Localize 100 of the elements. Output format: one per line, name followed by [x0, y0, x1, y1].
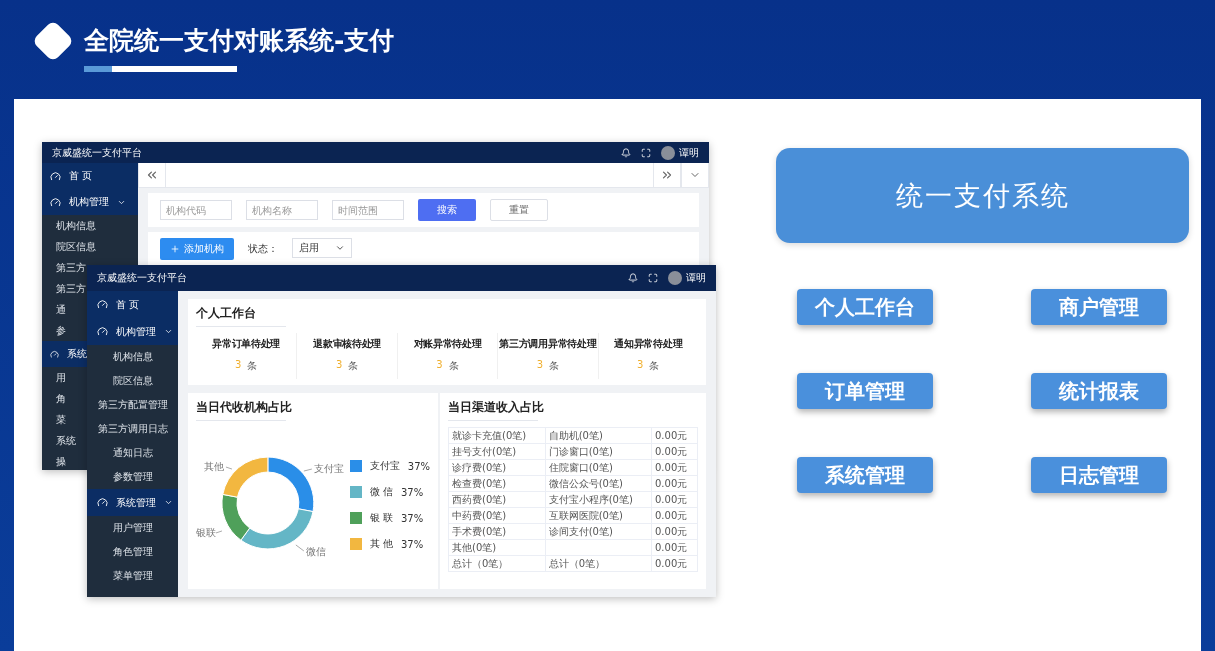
table-cell: 支付宝小程序(0笔) [545, 492, 652, 508]
legend-label: 支付宝 [369, 459, 400, 473]
fullscreen-icon[interactable] [641, 147, 651, 158]
table-cell: 0.00元 [652, 460, 698, 476]
stat-unit: 条 [247, 359, 258, 373]
nav-item[interactable]: 第三方 [56, 257, 86, 278]
nav-item[interactable]: 系统管理 [87, 489, 178, 516]
leader-line [215, 530, 223, 534]
stat-unit: 条 [549, 359, 560, 373]
slice-label: 其他 [204, 461, 225, 473]
table-cell: 0.00元 [652, 556, 698, 572]
stat-label: 通知异常待处理 [614, 337, 683, 351]
stat-count: 3 [335, 359, 343, 372]
gauge-icon [50, 348, 59, 360]
nav-item[interactable]: 机构管理 [42, 189, 138, 215]
bell-icon[interactable] [621, 147, 631, 158]
card-title: 当日代收机构占比 [196, 399, 293, 416]
input-field[interactable]: 机构名称 [246, 200, 318, 220]
nav-item[interactable]: 通 [56, 299, 66, 320]
system-title-banner: 统一支付系统 [776, 148, 1189, 243]
table-cell: 互联网医院(0笔) [545, 508, 652, 524]
nav-item[interactable]: 用 [56, 367, 66, 388]
status-label: 状态： [248, 242, 278, 256]
stat-label: 第三方调用异常待处理 [499, 337, 597, 351]
user-name: 谭明 [686, 271, 706, 285]
table-cell: 中药费(0笔) [449, 508, 546, 524]
table-cell: 总计（0笔） [545, 556, 652, 572]
nav-item[interactable]: 参 [56, 320, 66, 341]
nav-item[interactable]: 第三方 [56, 278, 86, 299]
table-cell: 0.00元 [652, 476, 698, 492]
card-title: 个人工作台 [196, 305, 257, 322]
table-cell: 西药费(0笔) [449, 492, 546, 508]
nav-item[interactable]: 系统 [56, 430, 76, 451]
chevrons-left-icon [145, 168, 159, 182]
gauge-icon [50, 170, 61, 182]
gauge-icon [97, 497, 108, 508]
nav-item[interactable]: 首 页 [42, 163, 138, 189]
nav-item[interactable]: 系统 [42, 341, 87, 367]
table-cell: 微信公众号(0笔) [545, 476, 652, 492]
nav-item[interactable]: 第三方调用日志 [97, 417, 168, 441]
gauge-icon [50, 196, 61, 208]
input-field[interactable]: 机构代码 [160, 200, 232, 220]
stat-label: 异常订单待处理 [212, 337, 281, 351]
leader-line [295, 544, 305, 552]
scroll-left-button[interactable] [138, 163, 166, 187]
search-button[interactable]: 搜索 [418, 199, 476, 221]
table-cell: 检查费(0笔) [449, 476, 546, 492]
nav-item[interactable]: 第三方配置管理 [97, 393, 168, 417]
card-title: 当日渠道收入占比 [448, 399, 545, 416]
avatar[interactable] [661, 145, 675, 160]
legend-label: 银 联 [369, 511, 393, 525]
nav-item[interactable]: 通知日志 [112, 441, 153, 465]
table-cell: 其他(0笔) [449, 540, 546, 556]
stat-count: 3 [235, 359, 242, 372]
nav-item[interactable]: 菜 [56, 409, 66, 430]
gauge-icon [97, 326, 108, 337]
user-name: 谭明 [679, 145, 699, 160]
nav-item[interactable]: 机构信息 [112, 345, 153, 369]
input-field[interactable]: 时间范围 [332, 200, 404, 220]
stat-unit: 条 [348, 359, 359, 373]
stat-count: 3 [536, 359, 544, 372]
nav-item[interactable]: 机构管理 [87, 318, 178, 345]
app-title: 京威盛统一支付平台 [52, 145, 142, 160]
chevrons-right-icon [660, 168, 674, 182]
slice-label: 支付宝 [314, 463, 345, 475]
nav-item[interactable]: 院区信息 [56, 236, 96, 257]
status-select[interactable]: 启用 [292, 238, 352, 258]
nav-item[interactable]: 参数管理 [112, 465, 153, 489]
table-cell: 0.00元 [652, 540, 698, 556]
table-cell: 住院窗口(0笔) [545, 460, 652, 476]
nav-item[interactable]: 操 [56, 451, 66, 470]
bell-icon[interactable] [628, 273, 638, 283]
legend-value: 37% [400, 486, 424, 498]
stat-count: 3 [637, 359, 644, 372]
nav-item[interactable]: 院区信息 [112, 369, 153, 393]
nav-item[interactable]: 角色管理 [112, 540, 153, 564]
slice-label: 银联 [196, 526, 216, 538]
avatar[interactable] [668, 271, 682, 285]
leader-line [303, 468, 313, 472]
nav-item[interactable]: 机构信息 [56, 215, 96, 236]
nav-item[interactable]: 首 页 [87, 291, 178, 318]
nav-item[interactable]: 用户管理 [112, 516, 153, 540]
scroll-right-button[interactable] [653, 163, 681, 187]
nav-item[interactable]: 菜单管理 [112, 564, 153, 588]
stat-count: 3 [436, 359, 443, 372]
stat-unit: 条 [649, 359, 660, 373]
reset-button[interactable]: 重置 [490, 199, 548, 221]
app-title: 京威盛统一支付平台 [97, 271, 187, 285]
slice-label: 微信 [306, 545, 327, 557]
table-cell: 0.00元 [652, 428, 698, 444]
legend-value: 37% [400, 538, 424, 550]
table-cell: 0.00元 [652, 508, 698, 524]
nav-item[interactable]: 角 [56, 388, 66, 409]
table-cell: 总计（0笔） [449, 556, 546, 572]
legend-value: 37% [407, 460, 430, 472]
fullscreen-icon[interactable] [648, 273, 658, 283]
plus-icon [170, 244, 180, 254]
table-cell: 0.00元 [652, 524, 698, 540]
slide-title: 全院统一支付对账系统-支付 [84, 25, 395, 57]
stat-unit: 条 [448, 359, 459, 373]
